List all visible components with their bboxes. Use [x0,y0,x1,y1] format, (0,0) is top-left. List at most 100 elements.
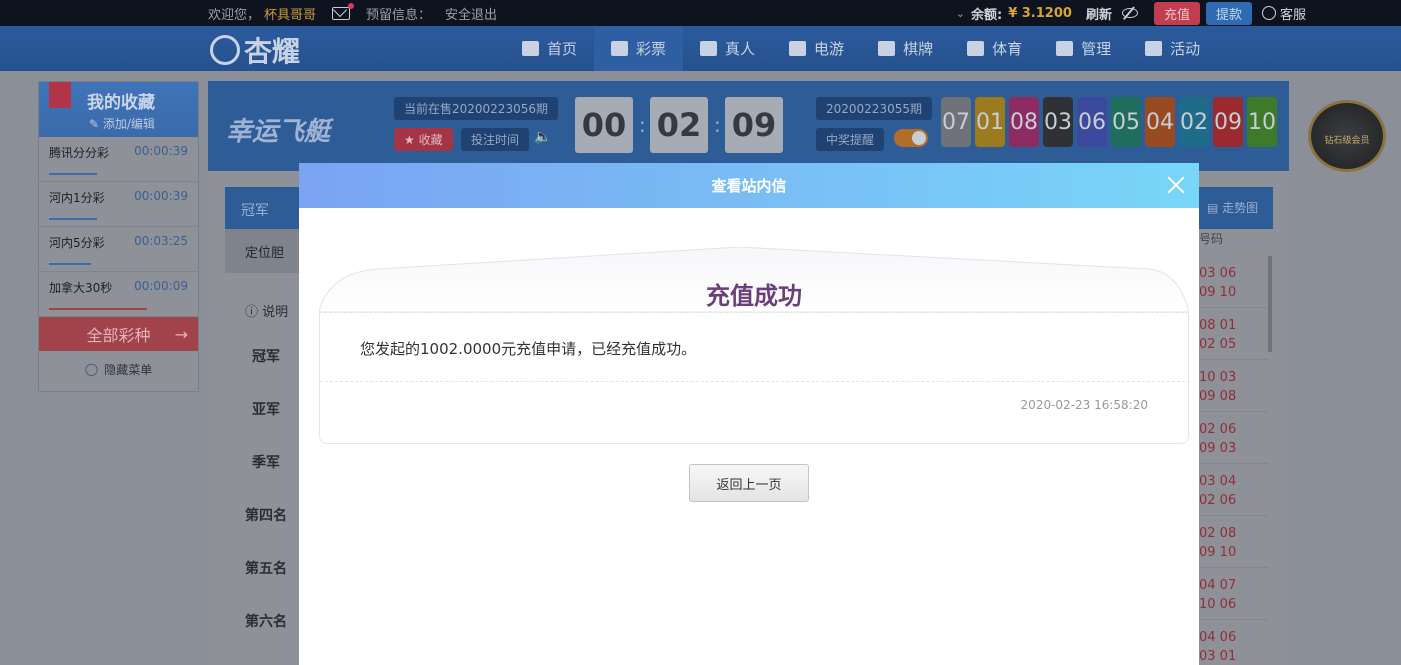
history-header: 号码 [1199,232,1224,246]
game-title: 幸运飞艇 [226,117,331,147]
nav-label: 真人 [725,40,756,58]
close-icon[interactable] [1165,174,1187,196]
message-divider [320,381,1190,382]
favorites-edit-link[interactable]: ✎ 添加/编辑 [89,115,155,132]
position-tab[interactable]: 定位胆 [225,229,305,273]
gift-icon [1145,41,1163,56]
result-ball: 01 [975,97,1005,147]
customer-service-button[interactable]: 客服 [1261,4,1306,23]
nav-item-live[interactable]: 真人 [683,26,772,71]
result-ball: 05 [1111,97,1141,147]
favorite-item[interactable]: 河内5分彩 00:03:25 [39,227,198,272]
code-line: 09 10 [1199,545,1237,560]
favorite-progress [49,173,97,175]
result-ball: 02 [1179,97,1209,147]
favorite-progress [49,308,147,310]
favorite-countdown: 00:00:39 [134,189,188,203]
rank-label: 冠军 [252,349,280,365]
win-alert-toggle[interactable] [894,129,928,147]
countdown-hours: 00 [575,97,633,153]
users-icon [1056,41,1074,56]
code-line: 10 06 [1199,597,1237,612]
logout-link[interactable]: 安全退出 [445,4,497,23]
code-line: 10 03 [1199,370,1237,385]
username[interactable]: 杯具哥哥 [264,4,316,23]
balance-value: ¥ 3.1200 [1008,5,1072,21]
eye-slash-icon: ◯ [84,362,99,376]
hide-balance-icon[interactable] [1121,8,1138,18]
message-timestamp: 2020-02-23 16:58:20 [1020,398,1148,412]
result-ball: 04 [1145,97,1175,147]
logo[interactable]: 杏耀 [210,30,300,70]
chevron-down-icon[interactable]: ⌄ [956,7,965,20]
message-card: 您发起的1002.0000元充值申请，已经充值成功。 2020-02-23 16… [319,312,1190,444]
nav-item-manage[interactable]: 管理 [1039,26,1128,71]
all-lotteries-button[interactable]: 全部彩种 → [39,317,198,351]
rank-label: 亚军 [252,402,280,418]
hide-menu-button[interactable]: ◯ 隐藏菜单 [39,351,198,387]
rank-label: 季军 [252,455,280,471]
rank-label: 第六名 [245,614,287,630]
trophy-icon [967,41,985,56]
welcome-text: 欢迎您， [208,7,261,23]
nav-label: 彩票 [636,40,667,58]
favorite-name: 河内1分彩 [49,191,105,205]
nav-label: 首页 [547,40,578,58]
game-header: 幸运飞艇 当前在售20200223056期 ★ 收藏 投注时间 🔈 00 : 0… [208,81,1289,171]
customer-service-label: 客服 [1279,7,1306,23]
code-line: 09 08 [1199,389,1237,404]
nav-item-home[interactable]: 首页 [505,26,594,71]
history-row: 08 01 02 05 [1199,308,1269,360]
message-modal: 查看站内信 您发起的1002.0000元充值申请，已经充值成功。 2020-02… [299,163,1199,665]
nav-item-events[interactable]: 活动 [1128,26,1217,71]
trend-chart-button[interactable]: ▤ 走势图 [1195,187,1273,229]
scrollbar[interactable] [1268,256,1272,352]
favorite-button[interactable]: ★ 收藏 [394,128,453,151]
rank-label: 第四名 [245,508,287,524]
nav-item-slots[interactable]: 电游 [772,26,861,71]
history-row: 02 06 09 03 [1199,412,1269,464]
refresh-button[interactable]: 刷新 [1086,4,1112,23]
nav-item-sports[interactable]: 体育 [950,26,1039,71]
history-row: 04 07 10 06 [1199,568,1269,620]
code-line: 04 06 [1199,630,1237,645]
code-line: 02 06 [1199,422,1237,437]
vip-badge[interactable]: 钻石级会员 [1308,100,1386,172]
history-row: 03 06 09 10 [1199,256,1269,308]
favorite-item[interactable]: 加拿大30秒 00:00:09 [39,272,198,317]
recharge-button[interactable]: 充值 [1153,1,1200,25]
ticket-icon [611,41,629,56]
slot-icon [789,41,807,56]
code-line: 03 04 [1199,474,1237,489]
rank-label: 第五名 [245,561,287,577]
tab-champion[interactable]: 冠军 [225,187,305,229]
bet-time-button[interactable]: 投注时间 [461,128,530,151]
code-line: 09 03 [1199,441,1237,456]
nav-item-lottery[interactable]: 彩票 [594,26,684,71]
nav-item-chess[interactable]: 棋牌 [861,26,950,71]
favorite-item[interactable]: 河内1分彩 00:00:39 [39,182,198,227]
description-link[interactable]: ⓘ 说明 [245,301,288,320]
withdraw-button[interactable]: 提款 [1205,1,1252,25]
favorite-name: 河内5分彩 [49,236,105,250]
code-line: 02 08 [1199,526,1237,541]
mail-icon[interactable] [332,2,355,20]
trend-label: 走势图 [1222,201,1259,215]
code-line: 08 01 [1199,318,1237,333]
arrow-right-icon: → [174,324,188,344]
history-row: 04 06 03 01 [1199,620,1269,665]
nav-label: 管理 [1081,40,1112,58]
history-list: 号码 03 06 09 10 08 01 02 05 10 03 09 08 02 0… [1199,230,1269,665]
nav-label: 电游 [814,40,845,58]
favorite-countdown: 00:00:39 [134,144,188,158]
countdown-colon: : [714,113,721,137]
cards-icon [878,41,896,56]
code-line: 03 01 [1199,649,1237,664]
hide-menu-label: 隐藏菜单 [104,362,153,377]
result-ball: 06 [1077,97,1107,147]
code-line: 03 06 [1199,266,1237,281]
history-row: 03 04 02 06 [1199,464,1269,516]
speaker-icon[interactable]: 🔈 [534,129,551,145]
favorite-item[interactable]: 腾讯分分彩 00:00:39 [39,137,198,182]
back-button[interactable]: 返回上一页 [689,464,809,502]
